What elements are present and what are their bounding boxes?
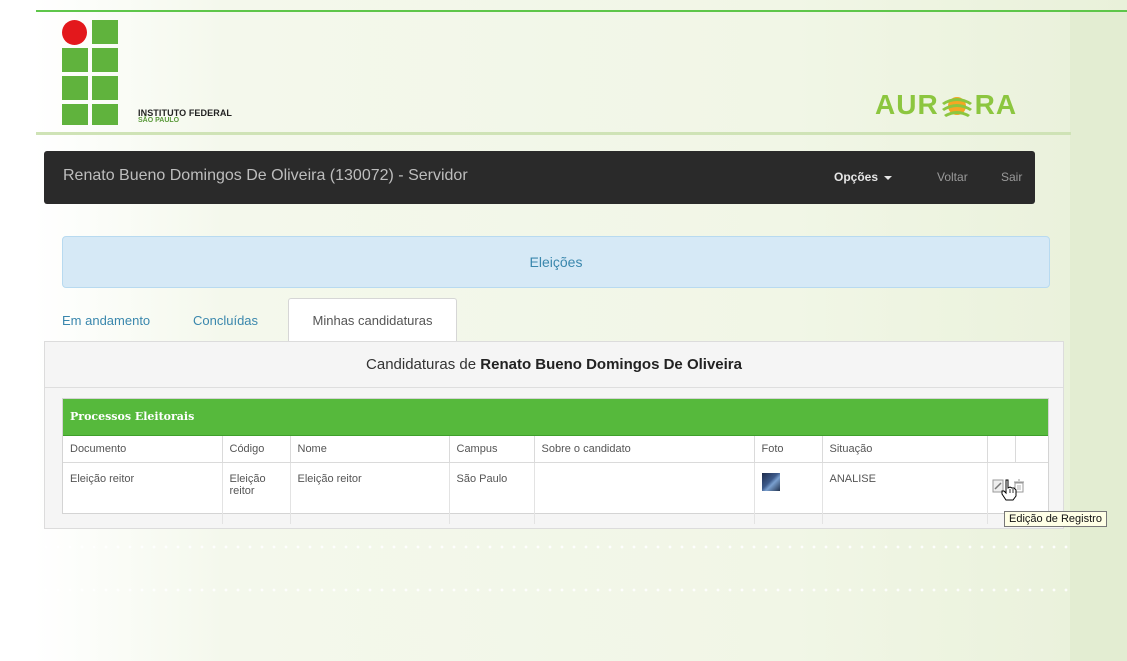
electoral-processes-grid: Processos Eleitorais Documento Código No… (62, 398, 1049, 524)
logo-square (92, 76, 118, 100)
institute-logo: INSTITUTO FEDERAL SÃO PAULO (62, 20, 282, 125)
caret-down-icon (884, 175, 893, 180)
back-link[interactable]: Voltar (937, 170, 968, 184)
panel-title-name: Renato Bueno Domingos De Oliveira (480, 356, 742, 373)
options-label: Opções (834, 170, 879, 184)
right-margin (1070, 12, 1127, 661)
logo-square (92, 20, 118, 44)
logo-square (92, 104, 118, 125)
column-header: Campus (449, 436, 535, 463)
column-header: Situação (822, 436, 988, 463)
table-row: Eleição reitor Eleição reitor Eleição re… (63, 462, 1048, 524)
left-margin (0, 0, 36, 661)
column-header: Nome (290, 436, 450, 463)
panel-title-prefix: Candidaturas de (366, 356, 477, 373)
elections-banner: Eleições (62, 236, 1050, 288)
grid-title: Processos Eleitorais (63, 399, 1048, 436)
header-divider (36, 132, 1071, 135)
user-identity: Renato Bueno Domingos De Oliveira (13007… (63, 167, 468, 184)
decorative-dots (40, 545, 1070, 549)
hand-cursor-icon (1001, 479, 1017, 501)
exit-link[interactable]: Sair (1001, 170, 1022, 184)
candidacies-panel: Candidaturas de Renato Bueno Domingos De… (44, 341, 1064, 529)
candidacies-table: Documento Código Nome Campus Sobre o can… (63, 436, 1048, 524)
column-header: Código (222, 436, 291, 463)
column-header: Foto (754, 436, 823, 463)
aurora-brand: AUR RA (875, 88, 1017, 122)
brand-left: AUR (875, 89, 939, 120)
logo-square (62, 76, 88, 100)
cell-documento: Eleição reitor (63, 462, 223, 524)
cell-codigo: Eleição reitor (222, 462, 291, 524)
panel-title: Candidaturas de Renato Bueno Domingos De… (45, 342, 1063, 388)
column-header-empty (987, 436, 1016, 463)
cell-nome: Eleição reitor (290, 462, 450, 524)
tab-em-andamento[interactable]: Em andamento (62, 313, 150, 328)
logo-red-dot (62, 20, 87, 45)
cell-situacao: ANALISE (822, 462, 988, 524)
brand-right: RA (974, 89, 1018, 120)
candidate-photo (761, 473, 780, 491)
decorative-dots (40, 588, 1070, 592)
table-header-row: Documento Código Nome Campus Sobre o can… (63, 436, 1048, 463)
tab-concluidas[interactable]: Concluídas (193, 313, 258, 328)
cell-campus: São Paulo (449, 462, 535, 524)
edit-tooltip: Edição de Registro (1004, 511, 1107, 527)
top-border (36, 10, 1127, 12)
options-dropdown[interactable]: Opções (834, 170, 893, 184)
column-header: Sobre o candidato (534, 436, 755, 463)
logo-square (62, 104, 88, 125)
logo-square (92, 48, 118, 72)
logo-square (62, 48, 88, 72)
tab-minhas-candidaturas[interactable]: Minhas candidaturas (288, 298, 457, 343)
cell-sobre (534, 462, 755, 524)
sun-icon (941, 97, 972, 117)
cell-foto (754, 462, 823, 524)
logo-subtitle: SÃO PAULO (138, 117, 180, 124)
column-header-empty (1015, 436, 1048, 463)
navbar: Renato Bueno Domingos De Oliveira (13007… (44, 151, 1035, 204)
column-header: Documento (63, 436, 223, 463)
